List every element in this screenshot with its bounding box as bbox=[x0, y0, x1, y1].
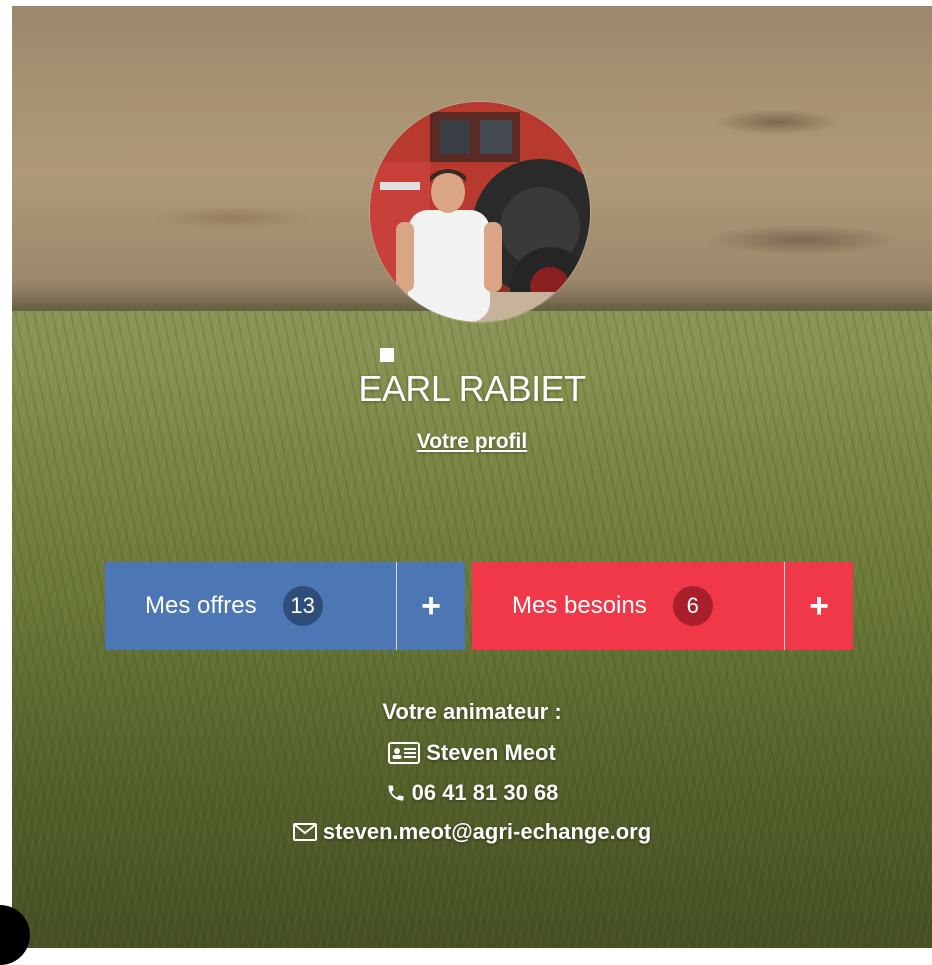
plus-icon: + bbox=[421, 587, 441, 625]
coordinator-email-row: steven.meot@agri-echange.org bbox=[12, 819, 932, 845]
my-needs-label: Mes besoins bbox=[512, 592, 647, 619]
my-needs-button[interactable]: Mes besoins 6 bbox=[472, 562, 784, 650]
offers-count-badge: 13 bbox=[282, 586, 323, 626]
envelope-icon bbox=[292, 823, 317, 841]
coordinator-phone: 06 41 81 30 68 bbox=[411, 780, 559, 805]
coordinator-phone-row: 06 41 81 30 68 bbox=[12, 780, 932, 806]
my-offers-label: Mes offres bbox=[145, 592, 257, 619]
profile-card: EARL RABIET Votre profil Mes offres 13 +… bbox=[12, 6, 932, 948]
add-offer-button[interactable]: + bbox=[397, 562, 465, 650]
id-card-icon bbox=[388, 742, 421, 764]
plus-icon: + bbox=[809, 587, 829, 625]
needs-count-badge: 6 bbox=[672, 586, 713, 626]
coordinator-name: Steven Meot bbox=[426, 740, 556, 765]
organization-name: EARL RABIET bbox=[358, 368, 586, 409]
status-indicator bbox=[380, 348, 394, 362]
avatar bbox=[370, 102, 590, 322]
phone-icon bbox=[386, 783, 406, 803]
avatar-photo bbox=[370, 102, 590, 322]
my-offers-button[interactable]: Mes offres 13 bbox=[105, 562, 396, 650]
coordinator-email[interactable]: steven.meot@agri-echange.org bbox=[323, 819, 651, 845]
add-need-button[interactable]: + bbox=[785, 562, 853, 650]
coordinator-title: Votre animateur : bbox=[382, 699, 562, 724]
profile-link[interactable]: Votre profil bbox=[12, 430, 932, 454]
coordinator-name-row: Steven Meot bbox=[12, 740, 932, 766]
